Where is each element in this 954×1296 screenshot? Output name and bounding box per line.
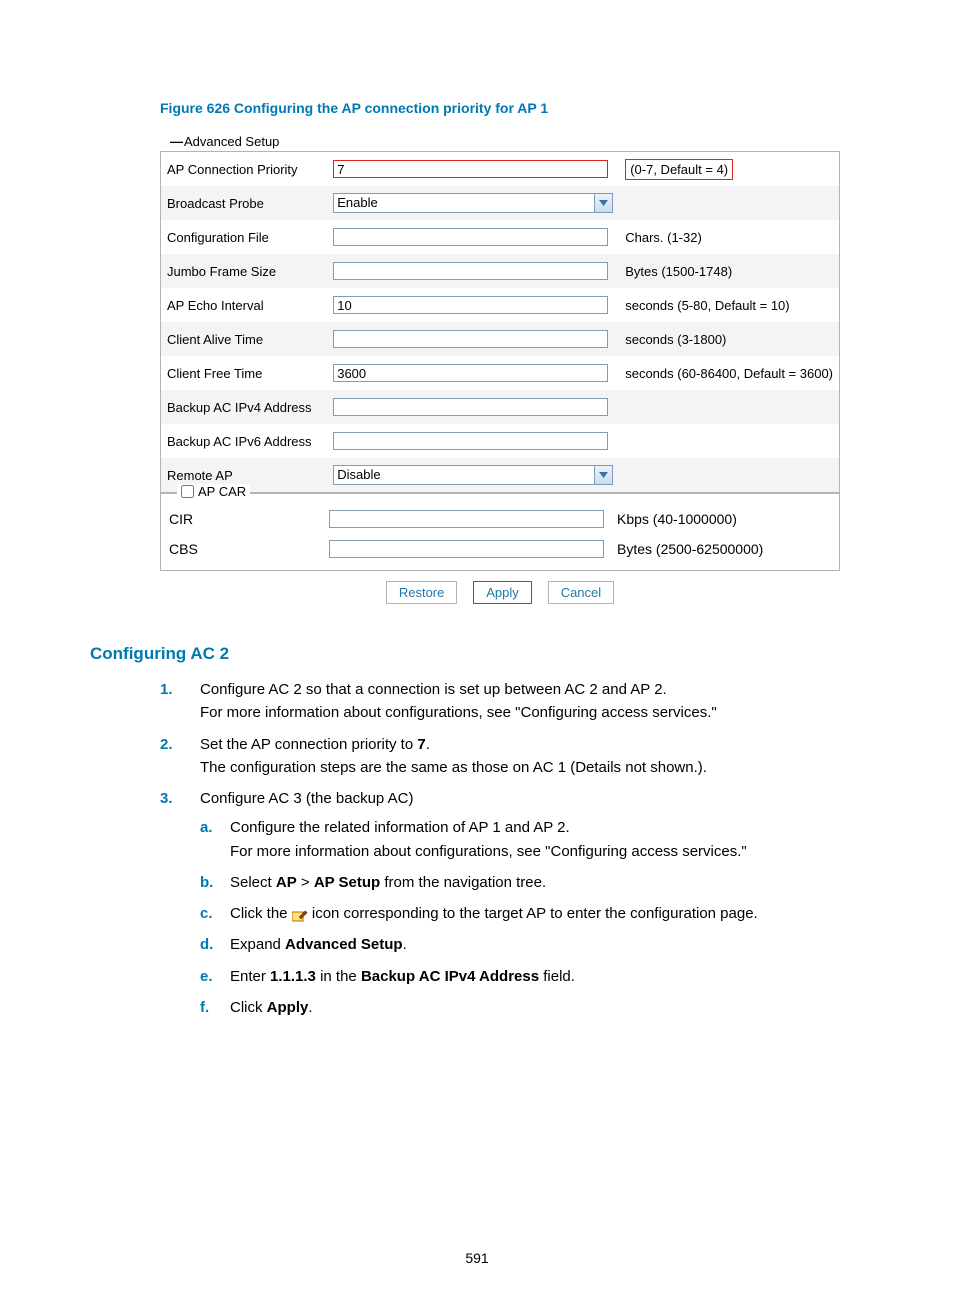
text: from the navigation tree. [380, 874, 546, 891]
list-item: Configure AC 3 (the backup AC) Configure… [160, 787, 864, 1019]
text: Click [230, 999, 267, 1016]
ap-car-fieldset: AP CAR CIR Kbps (40-1000000) CBS Bytes (… [160, 493, 840, 571]
text: Configure the related information of AP … [230, 819, 570, 836]
remote-ap-select[interactable]: Disable [333, 465, 613, 485]
row-label-config-file: Configuration File [161, 220, 328, 254]
text: . [403, 936, 407, 953]
page-number: 591 [0, 1250, 954, 1266]
chevron-down-icon [594, 194, 612, 212]
ap-car-label: AP CAR [198, 484, 246, 499]
list-item: Select AP > AP Setup from the navigation… [200, 871, 864, 894]
text-bold: 7 [417, 736, 425, 753]
row-hint-backup-ipv4 [619, 390, 839, 424]
text: Configure AC 2 so that a connection is s… [200, 681, 667, 698]
ap-echo-interval-input[interactable] [333, 296, 608, 314]
row-hint-client-free: seconds (60-86400, Default = 3600) [619, 356, 839, 390]
text: Configure AC 3 (the backup AC) [200, 790, 413, 807]
backup-ac-ipv4-input[interactable] [333, 398, 608, 416]
section-heading-configuring-ac2: Configuring AC 2 [90, 644, 864, 664]
row-hint-cbs: Bytes (2500-62500000) [609, 541, 763, 557]
row-label-broadcast-probe: Broadcast Probe [161, 186, 328, 220]
list-item: Configure AC 2 so that a connection is s… [160, 678, 864, 725]
collapse-icon: — [170, 134, 184, 149]
advanced-setup-toggle[interactable]: —Advanced Setup [170, 134, 864, 149]
text: icon corresponding to the target AP to e… [308, 905, 758, 922]
list-item: Enter 1.1.1.3 in the Backup AC IPv4 Addr… [200, 965, 864, 988]
row-label-client-free: Client Free Time [161, 356, 328, 390]
row-label-cir: CIR [167, 511, 329, 527]
text: in the [316, 968, 361, 985]
row-hint-config-file: Chars. (1-32) [619, 220, 839, 254]
row-label-jumbo-frame: Jumbo Frame Size [161, 254, 328, 288]
row-hint-ap-priority: (0-7, Default = 4) [625, 159, 733, 180]
text: Set the AP connection priority to [200, 736, 417, 753]
row-hint-jumbo-frame: Bytes (1500-1748) [619, 254, 839, 288]
row-label-client-alive: Client Alive Time [161, 322, 328, 356]
cir-input[interactable] [329, 510, 604, 528]
figure-caption: Figure 626 Configuring the AP connection… [160, 100, 864, 116]
text: For more information about configuration… [230, 843, 747, 860]
row-hint-client-alive: seconds (3-1800) [619, 322, 839, 356]
client-free-time-input[interactable] [333, 364, 608, 382]
ap-car-checkbox[interactable] [181, 485, 194, 498]
row-label-echo-interval: AP Echo Interval [161, 288, 328, 322]
edit-icon [292, 907, 308, 921]
list-item: Click the icon corresponding to the targ… [200, 902, 864, 925]
row-hint-cir: Kbps (40-1000000) [609, 511, 737, 527]
row-label-backup-ipv4: Backup AC IPv4 Address [161, 390, 328, 424]
text-bold: 1.1.1.3 [270, 968, 316, 985]
text: . [426, 736, 430, 753]
button-row: Restore Apply Cancel [160, 581, 840, 604]
list-item: Expand Advanced Setup. [200, 933, 864, 956]
instructions-list: Configure AC 2 so that a connection is s… [160, 678, 864, 1019]
select-value: Enable [337, 195, 377, 210]
restore-button[interactable]: Restore [386, 581, 458, 604]
jumbo-frame-size-input[interactable] [333, 262, 608, 280]
text: Expand [230, 936, 285, 953]
broadcast-probe-select[interactable]: Enable [333, 193, 613, 213]
row-hint-backup-ipv6 [619, 424, 839, 458]
select-value: Disable [337, 467, 380, 482]
apply-button[interactable]: Apply [473, 581, 532, 604]
ap-connection-priority-input[interactable] [333, 160, 608, 178]
chevron-down-icon [594, 466, 612, 484]
advanced-setup-label: Advanced Setup [184, 134, 279, 149]
row-label-backup-ipv6: Backup AC IPv6 Address [161, 424, 328, 458]
configuration-file-input[interactable] [333, 228, 608, 246]
text: The configuration steps are the same as … [200, 759, 707, 776]
client-alive-time-input[interactable] [333, 330, 608, 348]
row-hint-remote-ap [619, 458, 839, 493]
list-item: Set the AP connection priority to 7. The… [160, 733, 864, 780]
text: field. [539, 968, 575, 985]
sub-instructions-list: Configure the related information of AP … [200, 816, 864, 1019]
config-form-table: AP Connection Priority (0-7, Default = 4… [160, 151, 840, 493]
text: Click the [230, 905, 292, 922]
text-bold: Backup AC IPv4 Address [361, 968, 539, 985]
text: . [308, 999, 312, 1016]
row-hint-broadcast-probe [619, 186, 839, 220]
text-bold: Advanced Setup [285, 936, 403, 953]
text: > [297, 874, 314, 891]
row-label-ap-priority: AP Connection Priority [161, 152, 328, 187]
text-bold: Apply [267, 999, 309, 1016]
cbs-input[interactable] [329, 540, 604, 558]
list-item: Click Apply. [200, 996, 864, 1019]
text: For more information about configuration… [200, 704, 717, 721]
ap-car-legend[interactable]: AP CAR [177, 484, 250, 499]
text: Enter [230, 968, 270, 985]
list-item: Configure the related information of AP … [200, 816, 864, 863]
text-bold: AP [276, 874, 297, 891]
row-hint-echo-interval: seconds (5-80, Default = 10) [619, 288, 839, 322]
text-bold: AP Setup [314, 874, 380, 891]
backup-ac-ipv6-input[interactable] [333, 432, 608, 450]
advanced-setup-panel: —Advanced Setup AP Connection Priority (… [160, 134, 864, 604]
text: Select [230, 874, 276, 891]
cancel-button[interactable]: Cancel [548, 581, 614, 604]
row-label-cbs: CBS [167, 541, 329, 557]
